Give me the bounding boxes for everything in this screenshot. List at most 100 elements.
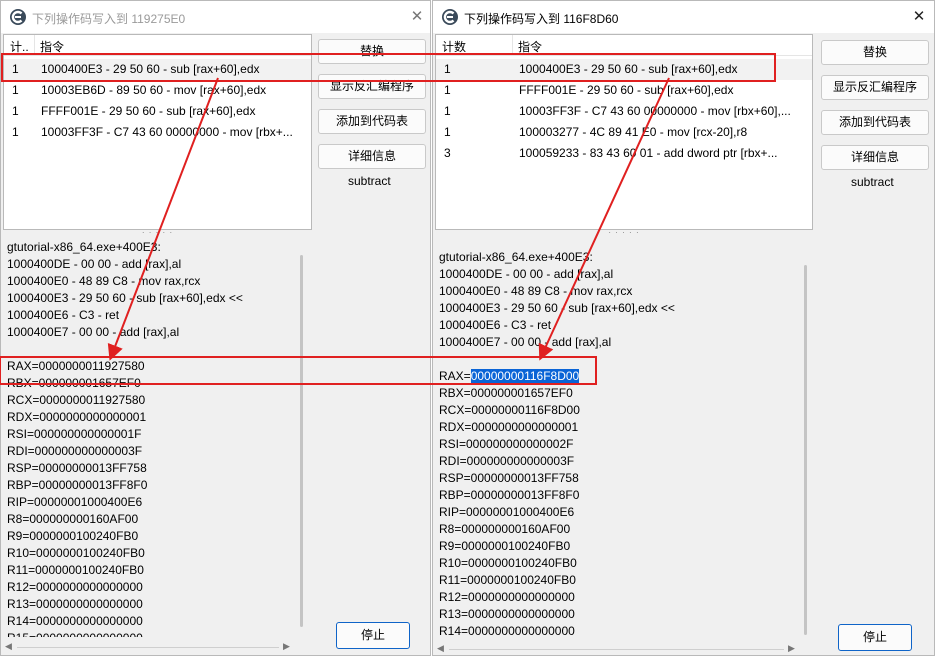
rax-selected-value[interactable]: 00000000116F8D00 xyxy=(470,369,580,383)
right-list-row[interactable]: 1 1000400E3 - 29 50 60 - sub [rax+60],ed… xyxy=(436,59,812,80)
register-line: RDX=0000000000000001 xyxy=(439,420,579,434)
left-list-row[interactable]: 1 1000400E3 - 29 50 60 - sub [rax+60],ed… xyxy=(4,59,311,80)
register-line: RCX=0000000011927580 xyxy=(7,393,146,407)
register-line: RDX=0000000000000001 xyxy=(7,410,147,424)
disasm-line: 1000400E6 - C3 - ret xyxy=(7,308,120,322)
register-line-rax: RAX=00000000116F8D00 xyxy=(439,368,580,385)
more-info-button[interactable]: 详细信息 xyxy=(821,145,929,170)
replace-button[interactable]: 替换 xyxy=(821,40,929,65)
left-opcode-list[interactable]: 计.. 指令 1 1000400E3 - 29 50 60 - sub [rax… xyxy=(3,34,312,230)
register-line: R10=0000000100240FB0 xyxy=(7,546,145,560)
left-list-row[interactable]: 1 FFFF001E - 29 50 60 - sub [rax+60],edx xyxy=(4,101,311,122)
right-list-row[interactable]: 1 100003277 - 4C 89 41 E0 - mov [rcx-20]… xyxy=(436,122,812,143)
right-close-icon[interactable]: ✕ xyxy=(909,7,929,27)
show-disassembler-button[interactable]: 显示反汇编程序 xyxy=(318,74,426,99)
register-line: R8=000000000160AF00 xyxy=(439,522,571,536)
right-title-bar[interactable]: 下列操作码写入到 116F8D60 ✕ xyxy=(433,1,934,33)
replace-button[interactable]: 替换 xyxy=(318,39,426,64)
left-list-row[interactable]: 1 10003EB6D - 89 50 60 - mov [rax+60],ed… xyxy=(4,80,311,101)
register-line: RBX=000000001657EF0 xyxy=(439,386,573,400)
register-line: RBX=000000001657EF0 xyxy=(7,376,141,390)
row-count: 1 xyxy=(444,62,451,76)
register-line: RIP=00000001000400E6 xyxy=(439,505,575,519)
right-opcode-list[interactable]: 计数 指令 1 1000400E3 - 29 50 60 - sub [rax+… xyxy=(435,34,813,230)
stop-button[interactable]: 停止 xyxy=(336,622,410,649)
right-col-divider[interactable] xyxy=(512,35,513,56)
add-to-codelist-button[interactable]: 添加到代码表 xyxy=(821,110,929,135)
register-line: RBP=00000000013FF8F0 xyxy=(439,488,580,502)
register-line: RSP=00000000013FF758 xyxy=(7,461,147,475)
subtract-label: subtract xyxy=(851,175,894,189)
right-list-row[interactable]: 3 100059233 - 83 43 60 01 - add dword pt… xyxy=(436,143,812,164)
left-list-header: 计.. 指令 xyxy=(4,35,311,56)
register-line: R14=0000000000000000 xyxy=(7,614,143,628)
register-line: R11=0000000100240FB0 xyxy=(439,573,576,587)
row-instruction: 100059233 - 83 43 60 01 - add dword ptr … xyxy=(519,146,778,160)
left-title-bar[interactable]: 下列操作码写入到 119275E0 ✕ xyxy=(1,1,430,33)
left-code-finder-window: 下列操作码写入到 119275E0 ✕ 计.. 指令 1 1000400E3 -… xyxy=(0,0,431,656)
register-line: R10=0000000100240FB0 xyxy=(439,556,577,570)
row-count: 1 xyxy=(12,83,19,97)
left-col-count[interactable]: 计.. xyxy=(10,38,29,55)
register-line: R14=0000000000000000 xyxy=(439,624,575,638)
row-instruction: 10003FF3F - C7 43 60 00000000 - mov [rbx… xyxy=(41,125,293,139)
register-line: R9=0000000100240FB0 xyxy=(439,539,571,553)
left-list-row[interactable]: 1 10003FF3F - C7 43 60 00000000 - mov [r… xyxy=(4,122,311,143)
right-col-count[interactable]: 计数 xyxy=(442,38,466,55)
stop-button[interactable]: 停止 xyxy=(838,624,912,651)
right-list-row[interactable]: 1 FFFF001E - 29 50 60 - sub [rax+60],edx xyxy=(436,80,812,101)
disasm-line: 1000400E7 - 00 00 - add [rax],al xyxy=(7,325,180,339)
show-disassembler-button[interactable]: 显示反汇编程序 xyxy=(821,75,929,100)
register-line: RDI=000000000000003F xyxy=(439,454,575,468)
register-line: RSI=000000000000002F xyxy=(439,437,574,451)
register-line: R8=000000000160AF00 xyxy=(7,512,139,526)
register-line: RDI=000000000000003F xyxy=(7,444,143,458)
register-line: R12=0000000000000000 xyxy=(7,580,143,594)
scroll-left-arrow-icon[interactable]: ◀ xyxy=(437,643,444,654)
register-line: R13=0000000000000000 xyxy=(439,607,575,621)
row-count: 3 xyxy=(444,146,451,160)
row-count: 1 xyxy=(444,125,451,139)
more-info-button[interactable]: 详细信息 xyxy=(318,144,426,169)
left-col-divider[interactable] xyxy=(34,35,35,56)
left-detail-panel: gtutorial-x86_64.exe+400E3: 1000400DE - … xyxy=(1,237,301,655)
row-instruction: 1000400E3 - 29 50 60 - sub [rax+60],edx xyxy=(519,62,738,76)
register-line: R15=0000000000000000 xyxy=(7,630,143,637)
row-count: 1 xyxy=(12,104,19,118)
register-line: RAX=0000000011927580 xyxy=(7,359,145,373)
left-horizontal-scrollbar[interactable] xyxy=(17,647,279,648)
left-window-title: 下列操作码写入到 119275E0 xyxy=(32,12,186,26)
right-col-instruction[interactable]: 指令 xyxy=(518,38,542,55)
row-instruction: 1000400E3 - 29 50 60 - sub [rax+60],edx xyxy=(41,62,260,76)
row-instruction: 100003277 - 4C 89 41 E0 - mov [rcx-20],r… xyxy=(519,125,748,139)
add-to-codelist-button[interactable]: 添加到代码表 xyxy=(318,109,426,134)
left-close-icon[interactable]: ✕ xyxy=(407,7,427,27)
row-count: 1 xyxy=(444,83,451,97)
left-col-instruction[interactable]: 指令 xyxy=(40,38,64,55)
scroll-right-arrow-icon[interactable]: ▶ xyxy=(283,641,290,652)
right-list-row[interactable]: 1 10003FF3F - C7 43 60 00000000 - mov [r… xyxy=(436,101,812,122)
register-line: R9=0000000100240FB0 xyxy=(7,529,139,543)
row-instruction: FFFF001E - 29 50 60 - sub [rax+60],edx xyxy=(519,83,734,97)
row-count: 1 xyxy=(444,104,451,118)
right-detail-panel: gtutorial-x86_64.exe+400E3: 1000400DE - … xyxy=(433,237,803,655)
scroll-left-arrow-icon[interactable]: ◀ xyxy=(5,641,12,652)
scroll-right-arrow-icon[interactable]: ▶ xyxy=(788,643,795,654)
disasm-line: gtutorial-x86_64.exe+400E3: xyxy=(439,250,593,264)
disasm-line: gtutorial-x86_64.exe+400E3: xyxy=(7,240,161,254)
right-window-title: 下列操作码写入到 116F8D60 xyxy=(464,12,619,26)
disasm-line: 1000400E6 - C3 - ret xyxy=(439,318,552,332)
register-line: R12=0000000000000000 xyxy=(439,590,575,604)
register-line: RSI=000000000000001F xyxy=(7,427,142,441)
register-line: R11=0000000100240FB0 xyxy=(7,563,144,577)
subtract-label: subtract xyxy=(348,174,391,188)
rax-label: RAX= xyxy=(439,369,471,383)
register-line: RIP=00000001000400E6 xyxy=(7,495,143,509)
register-line: RBP=00000000013FF8F0 xyxy=(7,478,148,492)
disasm-line: 1000400E0 - 48 89 C8 - mov rax,rcx xyxy=(439,284,633,298)
row-instruction: 10003EB6D - 89 50 60 - mov [rax+60],edx xyxy=(41,83,267,97)
left-vertical-scrollbar[interactable] xyxy=(300,255,303,627)
row-count: 1 xyxy=(12,125,19,139)
right-horizontal-scrollbar[interactable] xyxy=(449,649,784,650)
right-vertical-scrollbar[interactable] xyxy=(804,265,807,635)
